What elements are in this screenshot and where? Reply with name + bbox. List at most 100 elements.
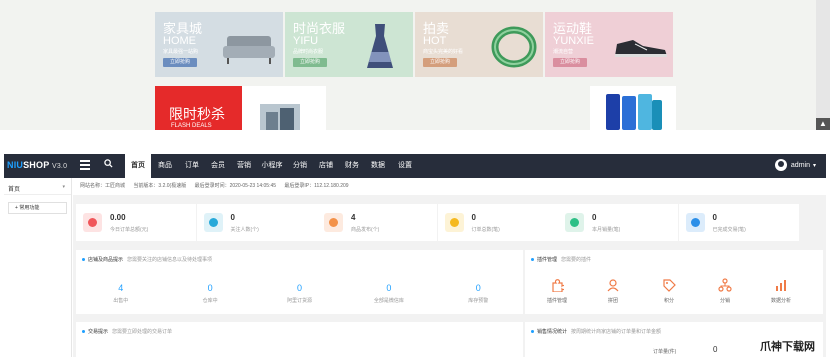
stats-row: 0.00 今日订单总额(元) 0 关注人数(个) 4 商品发布(个) 0 订单总数(笔) 0 本月… (76, 204, 823, 241)
nav-item[interactable]: 财务 (339, 154, 365, 178)
stat-card[interactable]: 0 关注人数(个) (196, 204, 317, 241)
category-banner-clothes[interactable]: 时尚衣服 YIFU 品牌时尚衣服 立即抢购 (285, 12, 413, 77)
plugin-item[interactable]: 插件管理 (529, 278, 585, 304)
avatar[interactable] (774, 159, 787, 171)
sofa-image (223, 36, 275, 64)
scrollbar-track[interactable] (816, 0, 830, 130)
plus-icon: + (15, 205, 18, 211)
category-sub: 商宝头完美的好看 (423, 49, 464, 55)
stat-value: 0 (471, 213, 476, 222)
plugin-label: 数据分析 (770, 298, 791, 304)
sidebar-title-label: 首页 (8, 187, 21, 193)
nav-item[interactable]: 商品 (151, 154, 179, 178)
panel-subtitle: 按周期统计商家店铺的订单量和订单金额 (571, 329, 662, 335)
category-sub: 家具最强一站购 (163, 49, 199, 55)
panel-subtitle: 您需要关注的店铺信息以及待处理事项 (127, 257, 213, 263)
bar-chart-icon (774, 278, 788, 292)
category-sub: 潮流自营 (553, 49, 574, 55)
flash-sale-banner[interactable]: 限时秒杀 FLASH DEALS (155, 86, 242, 130)
user-menu[interactable]: admin ▾ (774, 159, 816, 171)
stat-icon (565, 213, 584, 232)
scroll-up-arrow[interactable]: ▲ (816, 118, 830, 130)
shop-stat[interactable]: 0 库存预警 (434, 283, 523, 304)
sidebar-title[interactable]: 首页 ▾ (4, 178, 71, 195)
buy-now-button[interactable]: 立即抢购 (163, 58, 197, 67)
user-name[interactable]: admin (791, 162, 810, 169)
stat-value: 0 (592, 213, 597, 222)
order-count-value: 0 (713, 345, 718, 354)
stat-value: 0.00 (110, 213, 126, 222)
shop-product-panel: 店铺及商品提示 您需要关注的店铺信息以及待处理事项 4 出售中 0 仓库中 0 阿里订货源 0… (76, 250, 523, 314)
plugin-item[interactable]: 拼团 (585, 278, 641, 304)
category-banner-auction[interactable]: 拍卖 HOT 商宝头完美的好看 立即抢购 (415, 12, 543, 77)
nav-item[interactable]: 会员 (205, 154, 231, 178)
building-image (260, 104, 300, 130)
tag-icon (662, 278, 676, 292)
stat-icon (685, 213, 705, 232)
panel-title: 销售情况统计 按周期统计商家店铺的订单量和订单金额 (531, 328, 661, 335)
nav-item[interactable]: 营销 (231, 154, 257, 178)
logo-shop: SHOP (23, 160, 50, 170)
shop-stat[interactable]: 0 阿里订货源 (255, 283, 344, 304)
puzzle-icon (550, 278, 566, 293)
plugin-item[interactable]: 积分 (641, 278, 697, 304)
shop-stat-label: 全部是微信库 (373, 298, 404, 304)
flash-sale-title: 限时秒杀 (169, 106, 225, 122)
flash-product-panel[interactable] (242, 86, 326, 130)
jade-bracelet-image (491, 26, 537, 68)
stat-icon (324, 213, 343, 232)
stat-icon (203, 213, 223, 232)
nav-item[interactable]: 分销 (287, 154, 313, 178)
shop-stats-row: 4 出售中 0 仓库中 0 阿里订货源 0 全部是微信库 0 库存预警 (76, 283, 523, 304)
stat-card[interactable]: 4 商品发布(个) (317, 204, 437, 241)
panel-title: 交易提示 您需要立即处理的交易订单 (82, 328, 172, 335)
sidebar: 首页 ▾ + 常用功能 (4, 178, 72, 357)
buy-now-button[interactable]: 立即抢购 (423, 58, 457, 67)
nav-item[interactable]: 数据 (365, 154, 391, 178)
version-label: V3.0 (51, 163, 68, 170)
panel-title-text: 交易提示 (88, 329, 109, 335)
category-banner-home[interactable]: 家具城 HOME 家具最强一站购 立即抢购 (155, 12, 283, 77)
flash-sale-sub: FLASH DEALS (171, 123, 212, 129)
shop-stat[interactable]: 0 仓库中 (165, 283, 254, 304)
dashboard-main: 网站名称：工匠商城 当前版本：3.2.0(极速版 最后登录时间：2020-05-… (73, 178, 826, 357)
stat-card[interactable]: 0 已完成交易(笔) (678, 204, 799, 241)
stat-card[interactable]: 0 本月销量(笔) (558, 204, 678, 241)
stat-value: 4 (351, 213, 356, 222)
watermark-text: 爪神下载网 (760, 341, 815, 353)
sidebar-item-label: 常用功能 (19, 205, 40, 211)
panel-subtitle: 您需要立即处理的交易订单 (112, 329, 173, 335)
stat-value: 0 (230, 213, 235, 222)
plugin-item[interactable]: 分销 (697, 278, 753, 304)
category-banner-sneakers[interactable]: 运动鞋 YUNXIE 潮流自营 立即抢购 (545, 12, 673, 77)
menu-icon[interactable] (80, 160, 90, 172)
stat-label: 本月销量(笔) (592, 227, 621, 233)
plugin-panel: 插件管理 您需要的插件 插件管理 拼团 积分 分销 数据分析 (525, 250, 823, 314)
order-count-label: 订单量(件) (653, 349, 677, 355)
category-en: HOT (423, 35, 447, 47)
nav-item[interactable]: 订单 (179, 154, 205, 178)
buy-now-button[interactable]: 立即抢购 (553, 58, 587, 67)
sidebar-item-common-functions[interactable]: + 常用功能 (8, 202, 67, 214)
logo[interactable]: NIUSHOP V3.0 (7, 160, 67, 170)
buy-now-button[interactable]: 立即抢购 (293, 58, 327, 67)
search-icon[interactable] (104, 159, 113, 170)
shop-stat-value: 0 (386, 283, 392, 293)
chevron-down-icon[interactable]: ▾ (813, 162, 816, 169)
stat-icon (444, 213, 464, 232)
nav-item[interactable]: 首页 (125, 154, 151, 178)
stat-label: 已完成交易(笔) (712, 227, 746, 233)
nav-item[interactable]: 设置 (391, 154, 419, 178)
shop-stat[interactable]: 0 全部是微信库 (344, 283, 433, 304)
shop-stat[interactable]: 4 出售中 (76, 283, 165, 304)
panel-title-text: 销售情况统计 (537, 329, 568, 335)
plugin-item[interactable]: 数据分析 (753, 278, 809, 304)
phone-product-panel[interactable] (590, 86, 676, 130)
stat-label: 关注人数(个) (230, 227, 259, 233)
nav-item[interactable]: 小程序 (257, 154, 287, 178)
nav-item[interactable]: 店铺 (313, 154, 339, 178)
stat-card[interactable]: 0 订单总数(笔) (437, 204, 558, 241)
panel-title-text: 店铺及商品提示 (88, 257, 124, 263)
stat-card[interactable]: 0.00 今日订单总额(元) (76, 204, 196, 241)
site-name-info: 网站名称：工匠商城 (80, 183, 126, 189)
